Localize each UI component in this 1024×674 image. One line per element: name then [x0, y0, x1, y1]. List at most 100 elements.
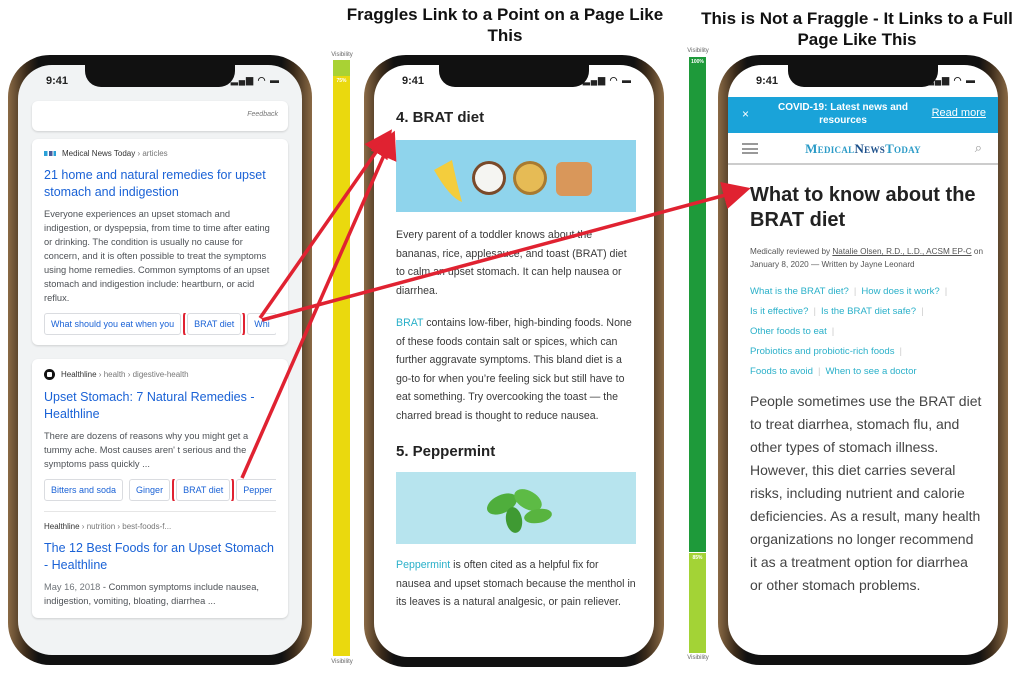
phone-full-page: 9:41 ▂▄▆ ◠ ▬ × COVID-19: Latest news and…	[718, 55, 1008, 665]
article-title: What to know about the BRAT diet	[750, 184, 976, 231]
chip-link[interactable]: What should you eat when you	[44, 313, 182, 335]
phone-screen: 9:41 ▂▄▆ ◠ ▬ Feedback Medical News Today…	[18, 65, 302, 655]
visibility-marker-top: 100%	[691, 59, 704, 65]
chip-link-brat-diet[interactable]: BRAT diet	[172, 479, 235, 501]
chip-link-brat-diet[interactable]: BRAT diet	[183, 313, 246, 335]
chip-link[interactable]: Pepper	[236, 479, 276, 501]
visibility-bar-green: 100%	[689, 57, 706, 552]
logo-part: Today	[885, 141, 921, 156]
phone-search-results: 9:41 ▂▄▆ ◠ ▬ Feedback Medical News Today…	[8, 55, 312, 665]
battery-icon: ▬	[270, 75, 280, 85]
reviewer-link[interactable]: Natalie Olsen, R.D., L.D., ACSM EP-C	[832, 247, 971, 256]
close-icon[interactable]: ×	[742, 107, 749, 121]
read-more-link[interactable]: Read more	[932, 107, 986, 119]
logo-part: Medical	[805, 141, 855, 156]
brat-foods-illustration	[434, 160, 592, 202]
wifi-icon: ◠	[953, 75, 963, 85]
result-date: May 16, 2018	[44, 582, 101, 592]
article-paragraph: BRAT contains low-fiber, high-binding fo…	[396, 314, 636, 425]
feedback-card: Feedback	[32, 101, 288, 131]
heading-fraggle: Fraggles Link to a Point on a Page Like …	[346, 5, 664, 45]
toc-link[interactable]: Other foods to eat	[750, 326, 827, 337]
mnt-logo[interactable]: MedicalNewsToday	[728, 141, 998, 157]
result-title-link[interactable]: The 12 Best Foods for an Upset Stomach -…	[44, 540, 276, 574]
source-path: › nutrition › best-foods-f...	[79, 522, 172, 531]
feedback-link[interactable]: Feedback	[247, 111, 278, 118]
visibility-label-top: Visibility	[331, 52, 353, 58]
fraggle-chips: What should you eat when you BRAT diet W…	[44, 313, 276, 335]
covid-banner: × COVID-19: Latest news and resources Re…	[728, 97, 998, 133]
phone-notch	[439, 65, 589, 87]
article-paragraph: People sometimes use the BRAT diet to tr…	[750, 393, 982, 593]
paragraph-text: contains low-fiber, high-binding foods. …	[396, 317, 632, 422]
mnt-favicon-icon	[44, 151, 56, 156]
status-time: 9:41	[46, 75, 69, 87]
article-paragraph: Every parent of a toddler knows about th…	[396, 229, 627, 297]
visibility-bar-yellow: 75%	[333, 76, 350, 656]
search-result: Medical News Today › articles 21 home an…	[32, 139, 288, 345]
chip-link[interactable]: Whi	[247, 313, 276, 335]
result-source: Healthline › nutrition › best-foods-f...	[44, 522, 276, 531]
toast-icon	[556, 162, 592, 196]
toc-link[interactable]: Is it effective?	[750, 306, 808, 317]
result-title-link[interactable]: 21 home and natural remedies for upset s…	[44, 167, 276, 201]
divider	[44, 511, 276, 512]
article-paragraph: Peppermint is often cited as a helpful f…	[396, 556, 636, 612]
chip-link[interactable]: Bitters and soda	[44, 479, 124, 501]
section-heading-brat: 4. BRAT diet	[396, 109, 485, 126]
peppermint-image	[396, 472, 636, 544]
healthline-favicon-icon	[44, 369, 55, 380]
byline-text: Medically reviewed by	[750, 247, 833, 256]
site-header: MedicalNewsToday ⌕	[728, 133, 998, 165]
wifi-icon: ◠	[609, 75, 619, 85]
brat-link[interactable]: BRAT	[396, 317, 423, 329]
visibility-label-top: Visibility	[687, 48, 709, 54]
toc-link[interactable]: When to see a doctor	[825, 366, 916, 377]
source-name: Healthline	[44, 522, 80, 531]
battery-icon: ▬	[966, 75, 976, 85]
result-source: Healthline › health › digestive-health	[44, 369, 276, 380]
peppermint-link[interactable]: Peppermint	[396, 559, 450, 571]
chip-link[interactable]: Ginger	[129, 479, 171, 501]
byline: Medically reviewed by Natalie Olsen, R.D…	[750, 245, 984, 271]
visibility-marker: 75%	[336, 78, 347, 84]
wifi-icon: ◠	[257, 75, 267, 85]
logo-part: News	[854, 141, 886, 156]
visibility-bar-lightgreen: 85%	[689, 553, 706, 653]
toc-link[interactable]: Probiotics and probiotic-rich foods	[750, 346, 895, 357]
status-time: 9:41	[756, 75, 779, 87]
toc-link[interactable]: What is the BRAT diet?	[750, 286, 849, 297]
status-icons: ▂▄▆ ◠ ▬	[583, 75, 632, 86]
toc-link[interactable]: Foods to avoid	[750, 366, 813, 377]
result-title-link[interactable]: Upset Stomach: 7 Natural Remedies - Heal…	[44, 389, 276, 423]
toc-link[interactable]: Is the BRAT diet safe?	[821, 306, 916, 317]
fraggle-chips: Bitters and soda Ginger BRAT diet Pepper	[44, 479, 276, 501]
visibility-bar-top-segment	[333, 60, 350, 76]
status-icons: ▂▄▆ ◠ ▬	[231, 75, 280, 86]
result-snippet: May 16, 2018 - Common symptoms include n…	[44, 580, 276, 608]
status-time: 9:41	[402, 75, 425, 87]
search-icon[interactable]: ⌕	[975, 140, 982, 156]
source-name: Medical News Today	[62, 149, 136, 158]
table-of-contents: What is the BRAT diet? | How does it work?…	[750, 286, 948, 377]
search-result: Healthline › health › digestive-health U…	[32, 359, 288, 618]
source-path: › articles	[135, 149, 168, 158]
toc-link[interactable]: How does it work?	[861, 286, 939, 297]
mint-leaves-illustration	[487, 489, 552, 533]
visibility-marker-bottom: 85%	[692, 555, 703, 561]
phone-notch	[85, 65, 235, 87]
result-source: Medical News Today › articles	[44, 149, 276, 158]
result-snippet: Everyone experiences an upset stomach an…	[44, 209, 270, 303]
covid-banner-text: COVID-19: Latest news and resources	[777, 102, 909, 126]
section-heading-peppermint: 5. Peppermint	[396, 443, 496, 460]
phone-article-fraggle: 9:41 ▂▄▆ ◠ ▬ 4. BRAT diet Every parent o…	[364, 55, 664, 667]
source-path: › health › digestive-health	[96, 370, 189, 379]
brat-foods-image	[396, 140, 636, 212]
visibility-label-bottom: Visibility	[331, 659, 353, 665]
heading-not-fraggle: This is Not a Fraggle - It Links to a Fu…	[701, 9, 1013, 49]
phone-screen: 9:41 ▂▄▆ ◠ ▬ × COVID-19: Latest news and…	[728, 65, 998, 655]
source-name: Healthline	[61, 370, 97, 379]
battery-icon: ▬	[622, 75, 632, 85]
phone-notch	[788, 65, 938, 87]
result-snippet: There are dozens of reasons why you migh…	[44, 431, 249, 469]
